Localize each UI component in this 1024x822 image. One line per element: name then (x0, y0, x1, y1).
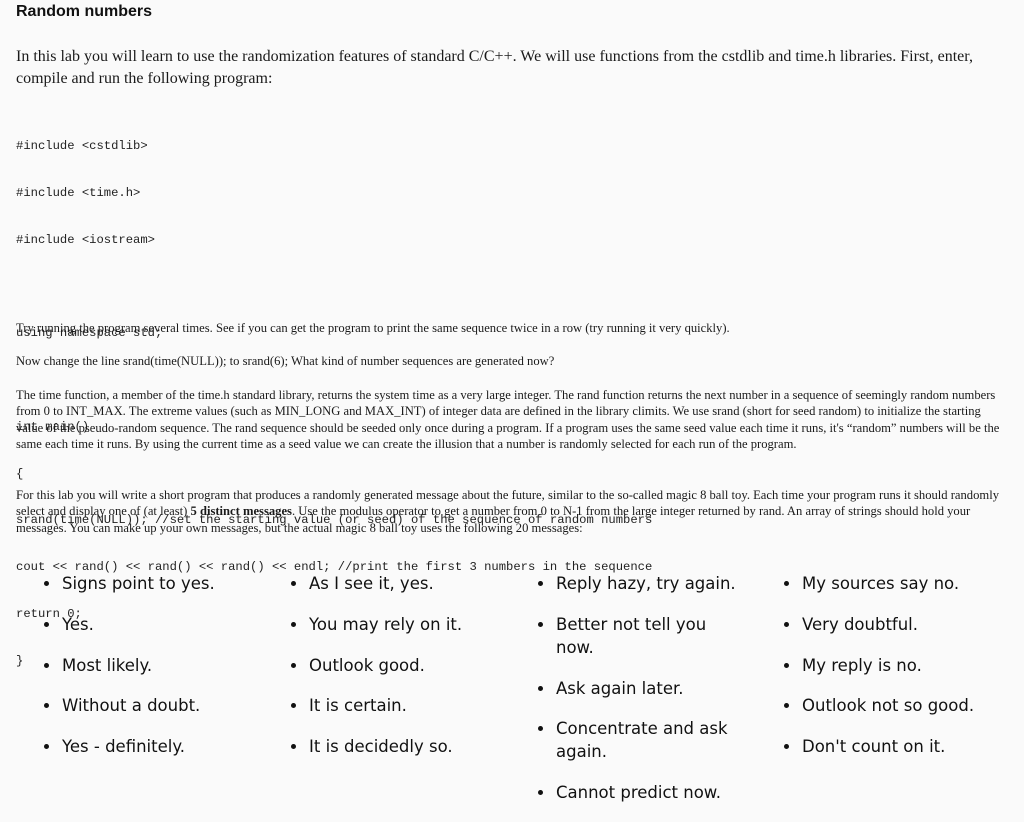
message-text: Ask again later. (556, 678, 684, 698)
bullet-icon (44, 621, 49, 627)
bullet-icon (44, 703, 49, 709)
bullet-icon (538, 621, 543, 627)
code-line: { (16, 466, 24, 481)
message-item: Most likely. (44, 654, 215, 677)
change-paragraph: Now change the line srand(time(NULL)); t… (16, 354, 555, 368)
bullet-icon (784, 744, 789, 750)
bullet-icon (784, 662, 789, 668)
message-item: Signs point to yes. (44, 572, 215, 595)
message-text: Cannot predict now. (556, 783, 722, 803)
bullet-icon (784, 581, 789, 586)
message-item: Reply hazy, try again. (538, 572, 748, 595)
bullet-icon (44, 581, 49, 586)
bullet-icon (784, 621, 789, 627)
message-item: My reply is no. (784, 654, 974, 677)
bullet-icon (291, 662, 296, 668)
message-item: Cannot predict now. (538, 781, 748, 804)
lab-task-paragraph: For this lab you will write a short prog… (16, 487, 1006, 536)
message-text: Concentrate and ask again. (556, 719, 728, 762)
message-item: You may rely on it. (291, 613, 462, 636)
time-function-paragraph: The time function, a member of the time.… (16, 388, 1000, 452)
bullet-icon (538, 581, 543, 586)
message-text: Reply hazy, try again. (556, 574, 736, 593)
message-item: My sources say no. (784, 572, 974, 595)
bullet-icon (44, 744, 49, 750)
message-text: It is decidedly so. (309, 737, 453, 757)
message-text: Most likely. (62, 655, 153, 675)
bullet-icon (784, 703, 789, 709)
messages-column-1: Signs point to yes. Yes. Most likely. Wi… (44, 572, 215, 776)
bullet-icon (538, 790, 543, 796)
bullet-icon (291, 703, 296, 709)
message-item: It is certain. (291, 694, 462, 717)
message-item: Outlook not so good. (784, 694, 974, 717)
message-item: Yes. (44, 613, 215, 636)
message-text: It is certain. (309, 696, 407, 716)
messages-column-3: Reply hazy, try again. Better not tell y… (538, 572, 748, 822)
message-item: Yes - definitely. (44, 735, 215, 758)
message-text: You may rely on it. (309, 614, 463, 634)
message-text: Yes - definitely. (62, 737, 186, 757)
message-item: As I see it, yes. (291, 572, 462, 595)
messages-column-4: My sources say no. Very doubtful. My rep… (784, 572, 974, 776)
message-text: Don't count on it. (802, 737, 946, 757)
message-text: As I see it, yes. (309, 574, 434, 593)
intro-paragraph: In this lab you will learn to use the ra… (16, 48, 973, 87)
bullet-icon (538, 726, 543, 732)
message-item: Very doubtful. (784, 613, 974, 636)
lab-text-bold: 5 distinct messages (190, 504, 292, 519)
message-text: Signs point to yes. (62, 574, 215, 593)
message-item: Don't count on it. (784, 735, 974, 758)
try-paragraph: Try running the program several times. S… (16, 321, 730, 335)
message-text: Without a doubt. (62, 696, 201, 716)
message-text: Outlook not so good. (802, 696, 975, 716)
code-line: #include <cstdlib> (16, 139, 148, 154)
bullet-icon (291, 744, 296, 750)
bullet-icon (291, 581, 296, 586)
messages-column-2: As I see it, yes. You may rely on it. Ou… (291, 572, 462, 776)
bullet-icon (538, 685, 543, 691)
message-item: Without a doubt. (44, 694, 215, 717)
message-item: Concentrate and ask again. (538, 717, 748, 763)
code-line: #include <iostream> (16, 232, 155, 247)
message-text: Outlook good. (309, 655, 425, 675)
bullet-icon (291, 621, 296, 627)
message-item: Better not tell you now. (538, 613, 748, 659)
bullet-icon (44, 662, 49, 668)
page-title: Random numbers (16, 3, 153, 20)
message-item: Outlook good. (291, 654, 462, 677)
message-text: Very doubtful. (802, 614, 919, 634)
message-item: Ask again later. (538, 677, 748, 700)
message-text: My reply is no. (802, 655, 922, 675)
message-text: Better not tell you now. (556, 614, 707, 657)
message-text: Yes. (62, 614, 94, 634)
code-line: #include <time.h> (16, 185, 141, 200)
message-item: It is decidedly so. (291, 735, 462, 758)
message-text: My sources say no. (802, 574, 960, 593)
